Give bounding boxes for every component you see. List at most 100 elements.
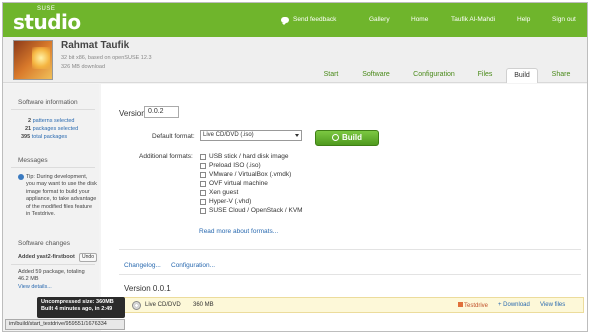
tab-start[interactable]: Start <box>318 68 344 83</box>
cd-icon <box>132 301 141 310</box>
tip-line: in Testdrive. <box>26 211 56 218</box>
messages-title: Messages <box>18 157 48 164</box>
format-vmware-checkbox[interactable]: VMware / VirtualBox (.vmdk) <box>200 170 291 179</box>
checkbox[interactable] <box>200 189 206 196</box>
format-label: Hyper-V (.vhd) <box>209 198 252 205</box>
send-feedback-link[interactable]: Send feedback <box>281 16 337 25</box>
build-panel: Version 0.0.2 Default format: Live CD/DV… <box>101 84 587 331</box>
checkbox[interactable] <box>200 162 206 169</box>
view-files-link[interactable]: View files <box>540 302 565 308</box>
default-format-value: Live CD/DVD (.iso) <box>203 132 254 138</box>
format-xen-checkbox[interactable]: Xen guest <box>200 188 238 197</box>
view-details-link[interactable]: View details... <box>18 284 52 290</box>
change-summary: Added 59 package, totaling 46.2 MB <box>18 269 85 284</box>
change-line: Added 59 package, totaling <box>18 269 85 275</box>
appliance-size: 326 MB download <box>61 64 106 70</box>
chevron-down-icon <box>295 134 299 137</box>
change-added: Added yast2-firstboot <box>18 254 75 260</box>
info-icon <box>18 174 24 180</box>
build-info-tooltip: Uncompressed size: 360MB Built 4 minutes… <box>37 297 125 318</box>
software-info-title: Software information <box>18 99 78 106</box>
software-changes-title: Software changes <box>18 240 71 247</box>
divider <box>11 167 95 168</box>
feedback-label: Send feedback <box>293 16 337 23</box>
appliance-avatar <box>13 40 53 80</box>
tab-configuration[interactable]: Configuration <box>408 68 460 83</box>
format-label: SUSE Cloud / OpenStack / KVM <box>209 207 303 214</box>
logo-studio-text: studio <box>13 10 81 34</box>
top-bar: SUSE studio Send feedback Gallery Home T… <box>3 3 587 37</box>
divider <box>11 109 95 110</box>
tooltip-line-built: Built 4 minutes ago, in 2:49 <box>41 306 113 312</box>
patterns-count: 2 <box>28 118 32 124</box>
nav-help[interactable]: Help <box>517 16 530 23</box>
version-input[interactable]: 0.0.2 <box>144 106 179 118</box>
format-cloud-checkbox[interactable]: SUSE Cloud / OpenStack / KVM <box>200 206 303 215</box>
tab-files[interactable]: Files <box>474 68 496 83</box>
speech-bubble-icon <box>281 16 289 25</box>
checkbox[interactable] <box>200 171 206 178</box>
tip-line: image format to build your <box>26 188 90 195</box>
read-more-formats-link[interactable]: Read more about formats... <box>199 228 278 235</box>
nav-gallery[interactable]: Gallery <box>369 16 390 23</box>
packages-selected[interactable]: 21 packages selected <box>25 126 78 132</box>
format-usb-checkbox[interactable]: USB stick / hard disk image <box>200 152 288 161</box>
tab-software[interactable]: Software <box>358 68 394 83</box>
gear-icon <box>332 134 339 141</box>
total-packages[interactable]: 395 total packages <box>21 134 67 140</box>
divider <box>119 249 581 250</box>
format-hyperv-checkbox[interactable]: Hyper-V (.vhd) <box>200 197 251 206</box>
format-label: Preload ISO (.iso) <box>209 162 261 169</box>
total-count: 395 <box>21 134 31 140</box>
change-line: 46.2 MB <box>18 276 39 283</box>
divider <box>11 264 95 265</box>
testdrive-link[interactable]: Testdrive <box>458 302 488 309</box>
tooltip-line-size: Uncompressed size: 360MB <box>41 299 114 305</box>
checkbox[interactable] <box>200 207 206 214</box>
format-ovf-checkbox[interactable]: OVF virtual machine <box>200 179 268 188</box>
format-label: OVF virtual machine <box>209 180 268 187</box>
download-link[interactable]: + Download <box>498 302 530 308</box>
version-label: Version <box>119 109 146 118</box>
undo-button[interactable]: Undo <box>79 253 97 262</box>
format-label: USB stick / hard disk image <box>209 153 289 160</box>
nav-sign-out[interactable]: Sign out <box>552 16 576 23</box>
patterns-link[interactable]: patterns selected <box>33 118 75 124</box>
appliance-header: Rahmat Taufik 32 bit x86, based on openS… <box>3 37 587 83</box>
sidebar: Software information 2 patterns selected… <box>3 84 99 331</box>
checkbox[interactable] <box>200 180 206 187</box>
build-size: 360 MB <box>193 302 214 308</box>
packages-link[interactable]: packages selected <box>33 126 79 132</box>
default-format-select[interactable]: Live CD/DVD (.iso) <box>200 130 302 141</box>
checkbox[interactable] <box>200 153 206 160</box>
appliance-name: Rahmat Taufik <box>61 40 130 51</box>
testdrive-label: Testdrive <box>464 303 489 309</box>
previous-build-row: Live CD/DVD 360 MB Testdrive + Download … <box>119 297 584 313</box>
changelog-link[interactable]: Changelog... <box>124 262 161 269</box>
additional-formats-label: Additional formats: <box>139 153 193 160</box>
build-button-label: Build <box>342 133 362 142</box>
tab-build[interactable]: Build <box>506 68 538 83</box>
tooltip-arrow <box>119 305 123 311</box>
status-bar-url: im/build/start_testdrive/959551/1676334 <box>5 319 125 330</box>
tab-share[interactable]: Share <box>548 68 574 83</box>
format-preload-checkbox[interactable]: Preload ISO (.iso) <box>200 161 261 170</box>
tip-line: you may want to use the disk <box>26 181 97 188</box>
patterns-selected[interactable]: 2 patterns selected <box>28 118 74 124</box>
build-button[interactable]: Build <box>315 130 379 146</box>
divider <box>119 274 581 275</box>
configuration-link[interactable]: Configuration... <box>171 262 215 269</box>
total-link[interactable]: total packages <box>32 134 67 140</box>
default-format-label: Default format: <box>152 133 195 140</box>
tip-line: appliance, to take advantage <box>26 196 97 203</box>
nav-home[interactable]: Home <box>411 16 428 23</box>
checkbox[interactable] <box>200 198 206 205</box>
tip-line: of the modified files feature <box>26 203 93 210</box>
appliance-base: 32 bit x86, based on openSUSE 12.3 <box>61 55 152 61</box>
previous-version-label: Version 0.0.1 <box>124 284 171 293</box>
tip-message: Tip: During development, you may want to… <box>26 174 97 218</box>
nav-user[interactable]: Taufik Al-Mahdi <box>451 16 495 23</box>
packages-count: 21 <box>25 126 32 132</box>
suse-studio-logo[interactable]: SUSE studio <box>13 6 81 34</box>
format-label: Xen guest <box>209 189 239 196</box>
